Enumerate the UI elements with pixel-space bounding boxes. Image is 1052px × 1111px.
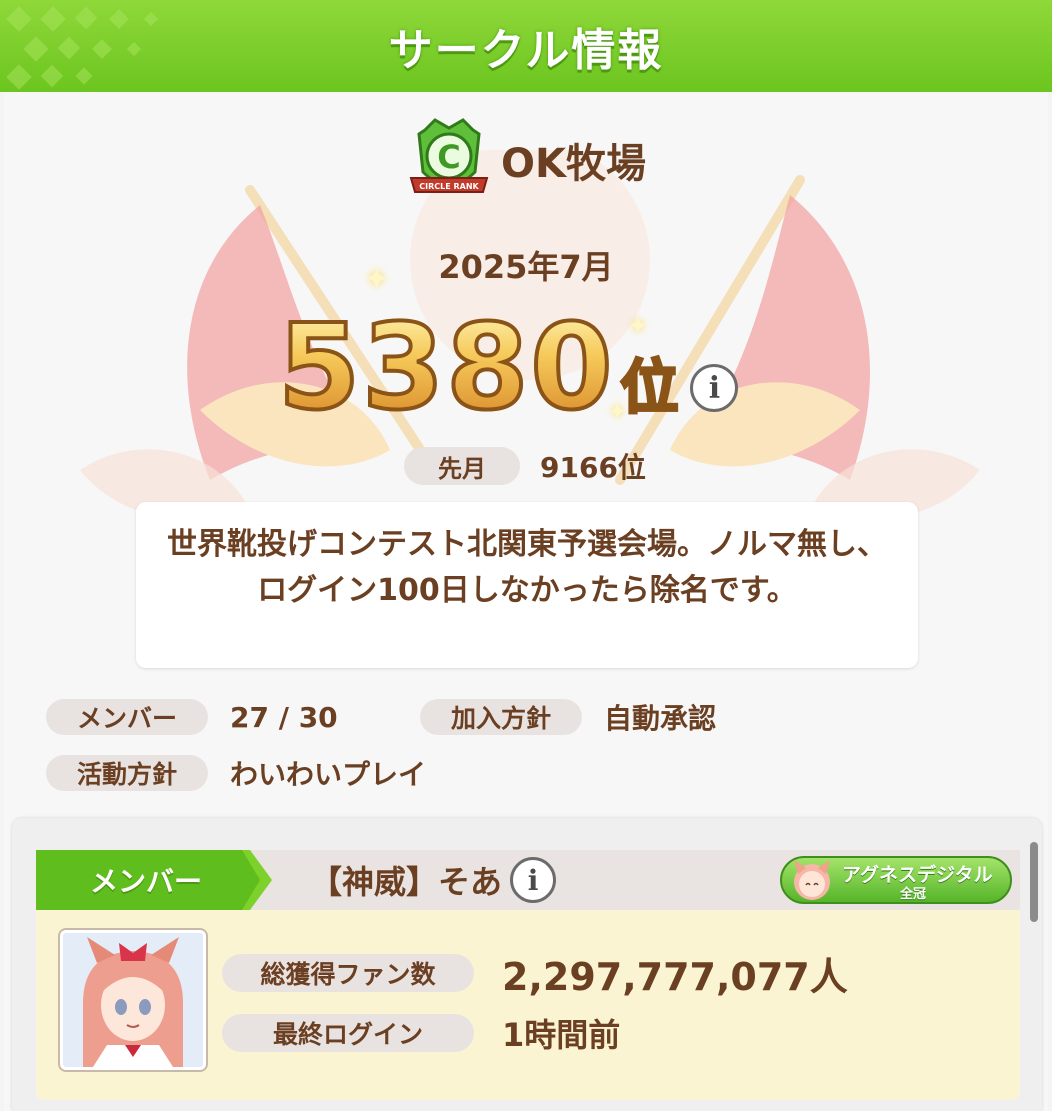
circle-rank-number: 5380 — [276, 298, 615, 436]
circle-rank-row: 5380 位 i — [276, 296, 739, 436]
svg-text:CIRCLE RANK: CIRCLE RANK — [419, 182, 479, 191]
svg-text:C: C — [437, 138, 460, 176]
total-fans-row: 総獲得ファン数 2,297,777,077人 — [222, 952, 848, 999]
member-title-badge[interactable]: アグネスデジタル 全冠 — [780, 856, 1012, 904]
join-policy-value: 自動承認 — [604, 702, 717, 735]
total-fans-label: 総獲得ファン数 — [222, 954, 474, 992]
member-count-value: 27 / 30 — [230, 700, 338, 734]
last-month-rank: 先月 9166位 — [404, 446, 646, 486]
circle-description: 世界靴投げコンテスト北関東予選会場。ノルマ無し、ログイン100日しなかったら除名… — [136, 502, 918, 668]
title-badge-subtitle: 全冠 — [900, 887, 927, 902]
last-login-value: 1時間前 — [502, 1016, 621, 1054]
ranking-info-button[interactable]: i — [690, 364, 739, 412]
info-icon: i — [708, 370, 721, 406]
sparkle-icon: ✦ — [608, 400, 627, 425]
join-policy-stat: 加入方針 自動承認 — [420, 698, 716, 736]
member-tag-label: メンバー — [89, 865, 202, 898]
sparkle-icon: ✦ — [628, 312, 649, 340]
activity-policy-stat: 活動方針 わいわいプレイ — [46, 754, 426, 792]
join-policy-label: 加入方針 — [420, 699, 582, 735]
member-avatar[interactable] — [60, 930, 206, 1070]
last-login-label: 最終ログイン — [222, 1014, 474, 1052]
character-portrait-icon — [63, 933, 203, 1067]
member-count-label: メンバー — [46, 699, 208, 735]
circle-name: OK牧場 — [501, 141, 646, 187]
info-icon: i — [527, 863, 539, 897]
last-login-row: 最終ログイン 1時間前 — [222, 1012, 620, 1054]
ranking-month: 2025年7月 — [438, 248, 614, 286]
circle-name-row: C CIRCLE RANK OK牧場 — [405, 118, 646, 202]
member-info-button[interactable]: i — [510, 857, 557, 903]
character-face-icon — [794, 860, 830, 900]
member-list-scrollbar[interactable] — [1030, 842, 1038, 922]
activity-policy-value: わいわいプレイ — [230, 758, 427, 791]
last-month-value: 9166位 — [540, 451, 646, 484]
sparkle-icon: ✦ — [364, 262, 390, 297]
header-bar: サークル情報 — [0, 0, 1052, 92]
member-name-row: 【神威】そあ i — [310, 852, 557, 908]
total-fans-value: 2,297,777,077人 — [502, 954, 848, 999]
page-title: サークル情報 — [388, 25, 664, 76]
last-month-label: 先月 — [404, 447, 520, 485]
member-name: 【神威】そあ — [310, 863, 503, 901]
circle-rank-unit: 位 — [619, 353, 680, 421]
circle-rank-badge-icon: C CIRCLE RANK — [409, 118, 489, 193]
member-count-stat: メンバー 27 / 30 — [46, 698, 338, 736]
activity-policy-label: 活動方針 — [46, 755, 208, 791]
